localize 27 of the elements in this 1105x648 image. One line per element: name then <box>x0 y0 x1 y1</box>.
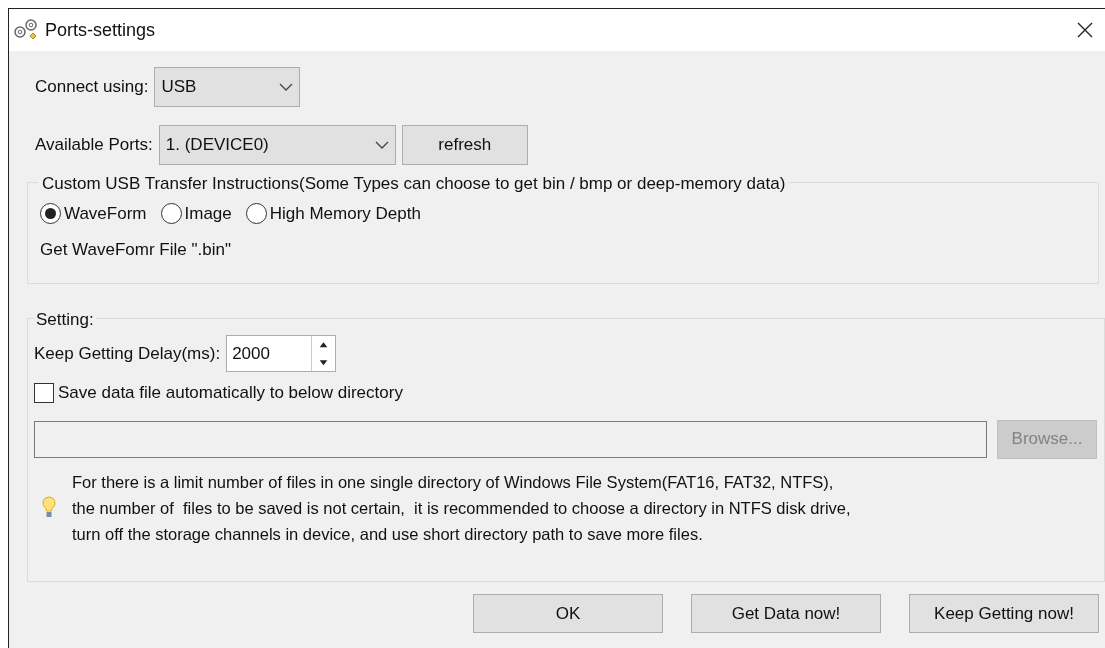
delay-spinbox[interactable]: 2000 <box>226 335 337 372</box>
checkbox[interactable] <box>34 382 54 403</box>
field-label: Available Ports: <box>35 134 153 157</box>
radio-button[interactable] <box>160 203 182 225</box>
dialog-button[interactable]: Get Data now! <box>691 594 881 633</box>
directory-hint-text: For there is a limit number of files in one single directory of Windows File System(FAT16, FAT32, NTFS), the number of files to be saved is not certain, it is recommended to choose a directory in NTFS disk drive, turn off the storage channels in device, and use short directory path to save more files. <box>72 471 851 545</box>
format-note: Get WaveFomr File ".bin" <box>40 238 232 261</box>
close-button[interactable] <box>1075 20 1095 40</box>
directory-field[interactable] <box>34 420 987 458</box>
close-icon <box>1077 22 1093 38</box>
radio-option[interactable]: High Memory Depth <box>245 201 421 227</box>
dialog-button[interactable]: Keep Getting now! <box>909 594 1099 633</box>
field-label: Keep Getting Delay(ms): <box>34 342 221 365</box>
radio-option[interactable]: Image <box>160 201 232 227</box>
radio-option[interactable]: WaveForm <box>40 201 147 227</box>
field-label: Connect using: <box>35 76 149 99</box>
checkbox-label[interactable]: Save data file automatically to below directory <box>58 380 403 406</box>
radio-button[interactable] <box>40 203 61 225</box>
connection-dropdown[interactable]: USB <box>154 67 301 107</box>
chevron-down-icon <box>279 83 294 91</box>
window-title: Ports-settings <box>45 18 156 42</box>
chevron-down-icon <box>374 141 389 149</box>
ports-dropdown[interactable]: 1. (DEVICE0) <box>158 125 396 165</box>
refresh-button[interactable]: refresh <box>401 125 528 165</box>
lightbulb-icon <box>42 495 56 520</box>
radio-button[interactable] <box>245 203 267 225</box>
dialog-button[interactable]: OK <box>473 594 663 633</box>
